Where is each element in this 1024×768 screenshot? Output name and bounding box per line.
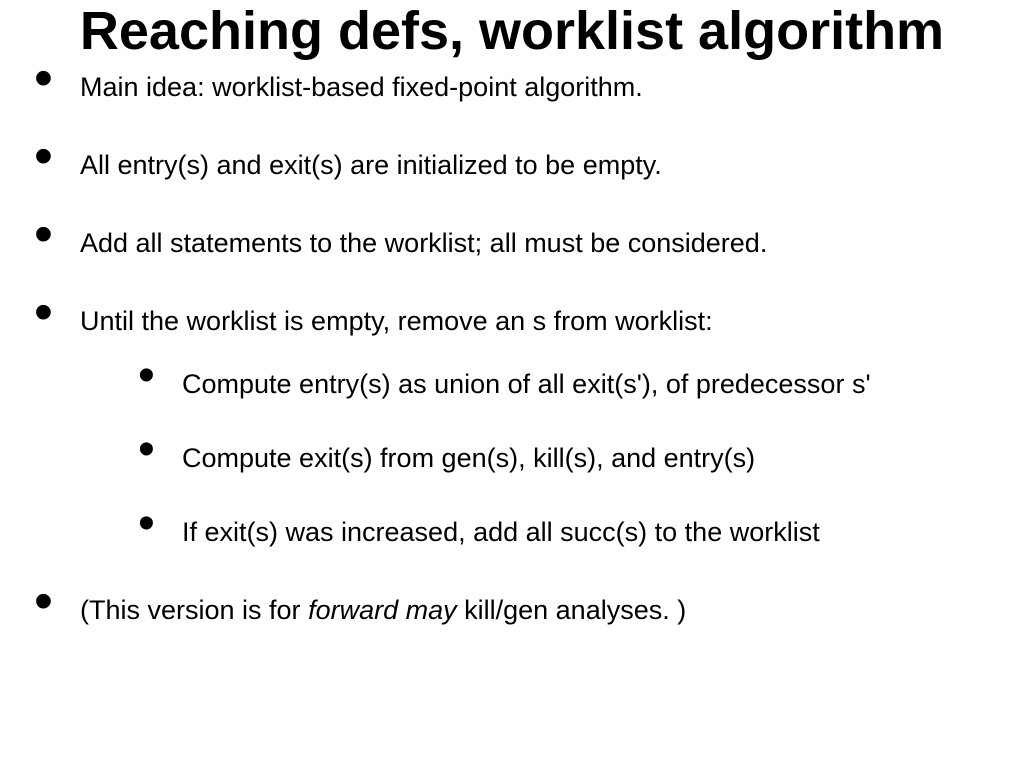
- bullet-text: All entry(s) and exit(s) are initialized…: [80, 150, 662, 180]
- bullet-text-suffix: kill/gen analyses. ): [457, 595, 687, 625]
- bullet-item: Add all statements to the worklist; all …: [34, 227, 1004, 261]
- bullet-item: Until the worklist is empty, remove an s…: [34, 305, 1004, 550]
- sub-bullet-item: Compute entry(s) as union of all exit(s'…: [138, 368, 1004, 402]
- slide: Reaching defs, worklist algorithm Main i…: [0, 0, 1024, 768]
- bullet-item: Main idea: worklist-based fixed-point al…: [34, 71, 1004, 105]
- sub-bullet-text: If exit(s) was increased, add all succ(s…: [182, 517, 820, 547]
- bullet-text: Until the worklist is empty, remove an s…: [80, 306, 713, 336]
- slide-title: Reaching defs, worklist algorithm: [0, 0, 1024, 61]
- bullet-text: Add all statements to the worklist; all …: [80, 228, 767, 258]
- bullet-text-em: forward may: [308, 595, 457, 625]
- bullet-text-prefix: (This version is for: [80, 595, 308, 625]
- sub-bullet-item: If exit(s) was increased, add all succ(s…: [138, 516, 1004, 550]
- bullet-item: (This version is for forward may kill/ge…: [34, 594, 1004, 628]
- bullet-text: Main idea: worklist-based fixed-point al…: [80, 72, 643, 102]
- sub-bullet-text: Compute entry(s) as union of all exit(s'…: [182, 369, 871, 399]
- bullet-item: All entry(s) and exit(s) are initialized…: [34, 149, 1004, 183]
- sub-bullet-list: Compute entry(s) as union of all exit(s'…: [80, 368, 1004, 549]
- sub-bullet-item: Compute exit(s) from gen(s), kill(s), an…: [138, 442, 1004, 476]
- sub-bullet-text: Compute exit(s) from gen(s), kill(s), an…: [182, 443, 755, 473]
- bullet-list: Main idea: worklist-based fixed-point al…: [0, 71, 1024, 627]
